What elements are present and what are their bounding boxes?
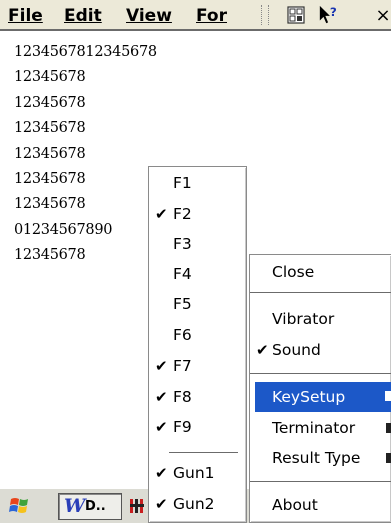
menu-item-gun1[interactable]: ✔ Gun1: [149, 459, 246, 487]
menu-item-keysetup[interactable]: KeySetup: [255, 382, 391, 412]
taskbar-task-label: D..: [85, 499, 106, 514]
key-setup-submenu: F1 ✔ F2 F3 F4 F5 F6 ✔ F7 ✔ F8 ✔ F9 ✔ Gun…: [148, 166, 247, 523]
tray-icon[interactable]: [130, 498, 148, 514]
menu-item-label: About: [272, 496, 318, 514]
menu-item-label: Gun1: [173, 464, 215, 482]
grid-tool-icon[interactable]: [285, 5, 307, 25]
submenu-arrow-icon: [385, 391, 391, 401]
menu-bar: File Edit View For ? ×: [0, 0, 391, 31]
menu-item-vibrator[interactable]: Vibrator: [250, 305, 391, 333]
check-icon: ✔: [256, 341, 269, 359]
check-icon: ✔: [155, 357, 168, 375]
menu-item-label: F8: [173, 388, 192, 406]
menu-format[interactable]: For: [196, 6, 258, 26]
menu-item-label: Sound: [272, 341, 321, 359]
check-icon: ✔: [155, 464, 168, 482]
start-windows-logo-icon[interactable]: [9, 496, 31, 516]
menu-item-f4[interactable]: F4: [149, 260, 246, 288]
menu-file[interactable]: File: [8, 6, 43, 26]
menu-view[interactable]: View: [126, 6, 172, 26]
menu-item-result-type[interactable]: Result Type: [250, 444, 391, 472]
menu-item-f3[interactable]: F3: [149, 230, 246, 258]
menu-item-label: Result Type: [272, 449, 361, 467]
menu-item-f6[interactable]: F6: [149, 321, 246, 349]
text-line: 12345678: [14, 120, 86, 137]
check-icon: ✔: [155, 495, 168, 513]
menu-item-f1[interactable]: F1: [149, 169, 246, 197]
app-logo-icon: W: [64, 495, 86, 517]
menu-item-f5[interactable]: F5: [149, 290, 246, 318]
submenu-arrow-icon: [386, 453, 391, 463]
check-icon: ✔: [155, 418, 168, 436]
text-line: 1234567812345678: [14, 44, 157, 60]
menu-item-label: KeySetup: [272, 388, 346, 406]
check-icon: ✔: [155, 205, 168, 223]
check-icon: ✔: [155, 388, 168, 406]
submenu-arrow-icon: [386, 423, 391, 433]
menu-item-about[interactable]: About: [250, 491, 391, 519]
menu-item-gun2[interactable]: ✔ Gun2: [149, 490, 246, 518]
menu-item-terminator[interactable]: Terminator: [250, 414, 391, 442]
menu-item-sound[interactable]: ✔ Sound: [250, 336, 391, 364]
menu-item-close[interactable]: Close: [250, 258, 391, 286]
menu-item-f2[interactable]: ✔ F2: [149, 200, 246, 228]
menu-item-label: Vibrator: [272, 310, 335, 328]
menu-separator: [250, 373, 391, 374]
menu-item-label: F9: [173, 418, 192, 436]
menu-item-f8[interactable]: ✔ F8: [149, 383, 246, 411]
text-line: 12345678: [14, 94, 86, 111]
menu-edit[interactable]: Edit: [64, 6, 102, 26]
help-context-icon[interactable]: ?: [318, 5, 340, 25]
options-menu: Close Vibrator ✔ Sound KeySetup Terminat…: [249, 254, 391, 523]
toolbar-separator: [261, 5, 269, 25]
close-icon[interactable]: ×: [372, 5, 391, 26]
menu-item-label: F3: [173, 235, 192, 253]
text-line: 12345678: [14, 69, 86, 86]
menu-item-label: Close: [272, 263, 315, 281]
menu-item-label: F7: [173, 357, 192, 375]
svg-text:?: ?: [330, 5, 337, 19]
menu-item-label: F2: [173, 205, 192, 223]
menu-item-label: F1: [173, 174, 192, 192]
menu-item-label: Gun2: [173, 495, 215, 513]
menu-separator: [250, 481, 391, 482]
menu-separator: [250, 292, 391, 293]
menu-item-label: F5: [173, 295, 192, 313]
menu-item-label: Terminator: [272, 419, 356, 437]
menu-item-f7[interactable]: ✔ F7: [149, 352, 246, 380]
menu-item-label: F4: [173, 265, 192, 283]
menu-separator: [169, 452, 238, 453]
text-line: 12345678: [14, 145, 86, 162]
menu-item-f9[interactable]: ✔ F9: [149, 413, 246, 441]
taskbar-task-button[interactable]: W D..: [58, 493, 122, 520]
menu-item-label: F6: [173, 326, 192, 344]
